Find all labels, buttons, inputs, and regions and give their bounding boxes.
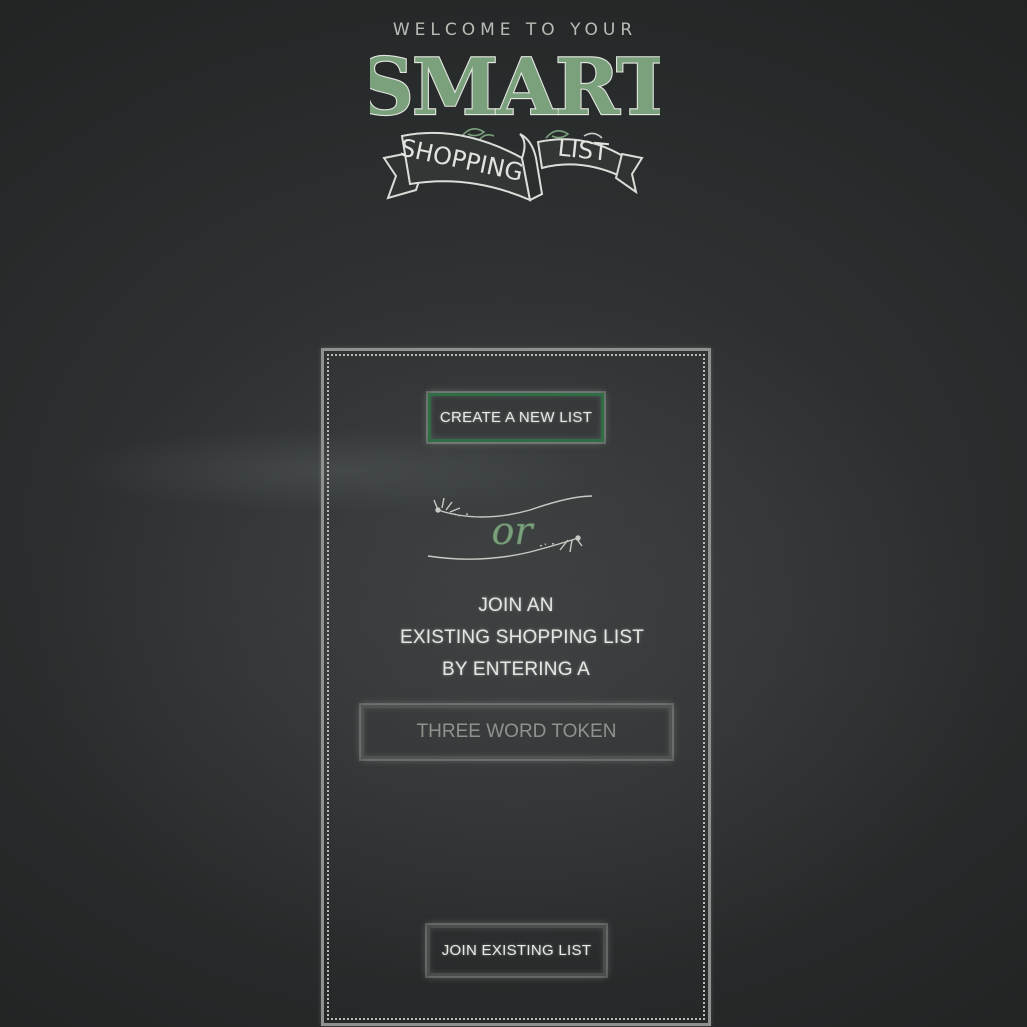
logo-ribbon-banner: SHOPPING LIST — [382, 128, 644, 202]
join-line-2: EXISTING SHOPPING LIST — [400, 627, 645, 648]
or-text: or — [491, 509, 535, 553]
join-line-3: BY ENTERING A — [442, 659, 590, 680]
panel-dotted-border — [327, 354, 705, 1020]
join-instructions: JOIN AN EXISTING SHOPPING LIST BY ENTERI… — [400, 590, 645, 686]
app-logo: WELCOME TO YOUR SMART SHOPPING LIST — [370, 14, 660, 219]
ribbon-right-tail-icon — [614, 152, 644, 195]
or-divider: or — [427, 495, 593, 560]
join-line-1: JOIN AN — [478, 595, 554, 616]
create-new-list-button[interactable]: CREATE A NEW LIST — [428, 393, 604, 442]
join-existing-list-button[interactable]: JOIN EXISTING LIST — [427, 925, 606, 976]
token-input[interactable] — [361, 705, 672, 759]
logo-smart-wordmark: SMART — [370, 41, 660, 126]
logo-list-text: LIST — [556, 133, 609, 166]
